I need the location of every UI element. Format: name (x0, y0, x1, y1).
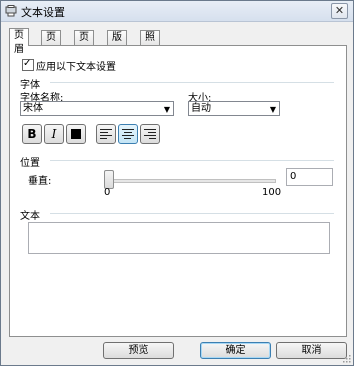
bold-button[interactable]: B (22, 124, 42, 144)
header-tab-panel: ✓ 应用以下文本设置 字体 字体名称: 宋体 ▼ 大小: 自动 ▼ B I 位置 (9, 45, 347, 337)
preview-button[interactable]: 预览 (103, 342, 174, 359)
italic-icon: I (51, 127, 57, 141)
dropdown-arrow-icon: ▼ (163, 105, 170, 114)
italic-button[interactable]: I (44, 124, 64, 144)
font-name-select[interactable]: 宋体 ▼ (20, 101, 174, 116)
apply-text-settings-checkbox[interactable]: ✓ (22, 58, 34, 71)
apply-text-settings-label: 应用以下文本设置 (36, 62, 116, 73)
tab-photo-info[interactable]: 照片信息 (140, 30, 160, 85)
cancel-button[interactable]: 取消 (276, 342, 347, 359)
slider-min-label: 0 (104, 187, 111, 198)
dropdown-arrow-icon: ▼ (269, 105, 276, 114)
font-size-value: 自动 (191, 103, 211, 114)
slider-max-label: 100 (262, 187, 282, 198)
align-right-button[interactable] (140, 124, 160, 144)
text-color-button[interactable] (66, 124, 86, 144)
tab-header[interactable]: 页眉 (9, 28, 29, 55)
close-icon: ✕ (334, 4, 345, 17)
text-content-input[interactable] (28, 222, 330, 254)
font-section-divider (50, 82, 334, 83)
tab-footer[interactable]: 页脚 (41, 30, 61, 57)
text-section-divider (50, 213, 334, 214)
align-center-button[interactable] (118, 124, 138, 144)
resize-grip-icon[interactable] (343, 355, 351, 363)
color-swatch-icon (71, 129, 81, 139)
title-bar: 文本设置 ✕ (1, 1, 353, 22)
vertical-label: 垂直: (28, 176, 52, 187)
font-name-value: 宋体 (23, 103, 43, 114)
position-section-title: 位置 (20, 158, 40, 169)
align-right-icon (144, 129, 156, 139)
position-section-divider (50, 160, 334, 161)
align-left-button[interactable] (96, 124, 116, 144)
ok-button[interactable]: 确定 (200, 342, 271, 359)
bold-icon: B (27, 127, 37, 141)
check-icon: ✓ (23, 58, 32, 69)
text-settings-dialog: 文本设置 ✕ 页眉 页脚 页码 版权 照片信息 ✓ 应用以下文本设置 字体 字体… (0, 0, 354, 366)
app-icon (5, 5, 17, 17)
font-size-select[interactable]: 自动 ▼ (188, 101, 280, 116)
close-button[interactable]: ✕ (331, 3, 348, 19)
text-section-title: 文本 (20, 211, 40, 222)
align-left-icon (100, 129, 112, 139)
tab-copyright[interactable]: 版权 (107, 30, 127, 57)
vertical-slider-track[interactable] (108, 179, 276, 183)
window-title: 文本设置 (21, 6, 65, 19)
tab-page-number[interactable]: 页码 (74, 30, 94, 57)
vertical-position-input[interactable]: 0 (286, 168, 333, 186)
align-center-icon (122, 129, 134, 139)
